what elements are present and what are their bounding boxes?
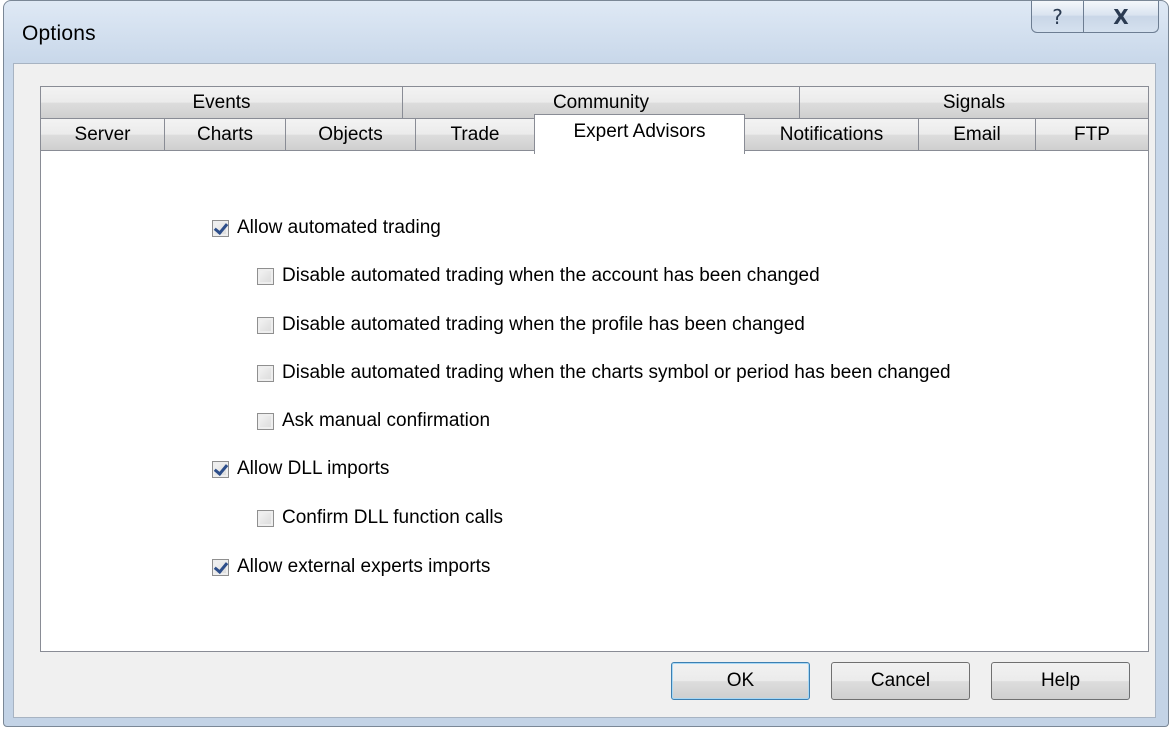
disable-on-profile-change-checkbox[interactable] (257, 316, 274, 334)
ask-manual-confirmation-option[interactable]: Ask manual confirmation (257, 410, 490, 432)
tab-notifications[interactable]: Notifications (744, 118, 919, 150)
tab-email[interactable]: Email (918, 118, 1036, 150)
allow-dll-imports-checkbox[interactable] (212, 460, 229, 478)
expert-advisors-panel: Allow automated trading Disable automate… (40, 150, 1149, 652)
confirm-dll-calls-option[interactable]: Confirm DLL function calls (257, 507, 503, 529)
tab-trade[interactable]: Trade (415, 118, 535, 150)
disable-on-profile-change-label: Disable automated trading when the profi… (282, 314, 805, 335)
disable-on-chart-change-label: Disable automated trading when the chart… (282, 362, 951, 383)
cancel-button[interactable]: Cancel (831, 662, 970, 700)
tab-row-front: Server Charts Objects Trade Expert Advis… (40, 114, 1149, 154)
ok-button[interactable]: OK (671, 662, 810, 700)
allow-external-experts-option[interactable]: Allow external experts imports (212, 556, 490, 578)
tab-charts[interactable]: Charts (164, 118, 286, 150)
allow-external-experts-checkbox[interactable] (212, 558, 229, 576)
disable-on-account-change-option[interactable]: Disable automated trading when the accou… (257, 265, 820, 287)
allow-automated-trading-option[interactable]: Allow automated trading (212, 217, 441, 239)
question-mark-icon: ? (1052, 4, 1063, 29)
help-button[interactable]: Help (991, 662, 1130, 700)
tab-signals[interactable]: Signals (799, 86, 1149, 118)
close-icon: X (1113, 4, 1129, 29)
disable-on-chart-change-checkbox[interactable] (257, 364, 274, 382)
confirm-dll-calls-checkbox[interactable] (257, 509, 274, 527)
close-button[interactable]: X (1084, 1, 1159, 33)
title-bar: Options ? X (4, 1, 1168, 63)
allow-external-experts-label: Allow external experts imports (237, 556, 491, 577)
disable-on-account-change-label: Disable automated trading when the accou… (282, 265, 820, 286)
tab-events[interactable]: Events (40, 86, 403, 118)
tab-ftp[interactable]: FTP (1035, 118, 1149, 150)
tab-server[interactable]: Server (40, 118, 165, 150)
tab-expert-advisors[interactable]: Expert Advisors (534, 114, 745, 154)
ask-manual-confirmation-label: Ask manual confirmation (282, 410, 491, 431)
options-dialog: Options ? X Events Community Signals Ser… (3, 0, 1169, 727)
dialog-client-area: Events Community Signals Server Charts O… (13, 63, 1156, 718)
disable-on-profile-change-option[interactable]: Disable automated trading when the profi… (257, 314, 805, 336)
confirm-dll-calls-label: Confirm DLL function calls (282, 507, 504, 528)
allow-dll-imports-label: Allow DLL imports (237, 458, 390, 479)
tab-objects[interactable]: Objects (285, 118, 416, 150)
allow-automated-trading-label: Allow automated trading (237, 217, 441, 238)
ask-manual-confirmation-checkbox[interactable] (257, 412, 274, 430)
help-caption-button[interactable]: ? (1031, 1, 1084, 33)
disable-on-chart-change-option[interactable]: Disable automated trading when the chart… (257, 362, 951, 384)
allow-dll-imports-option[interactable]: Allow DLL imports (212, 458, 389, 480)
caption-buttons: ? X (1031, 1, 1159, 33)
disable-on-account-change-checkbox[interactable] (257, 267, 274, 285)
window-title: Options (22, 22, 96, 45)
dialog-buttons: OK Cancel Help (650, 662, 1130, 700)
allow-automated-trading-checkbox[interactable] (212, 219, 229, 237)
